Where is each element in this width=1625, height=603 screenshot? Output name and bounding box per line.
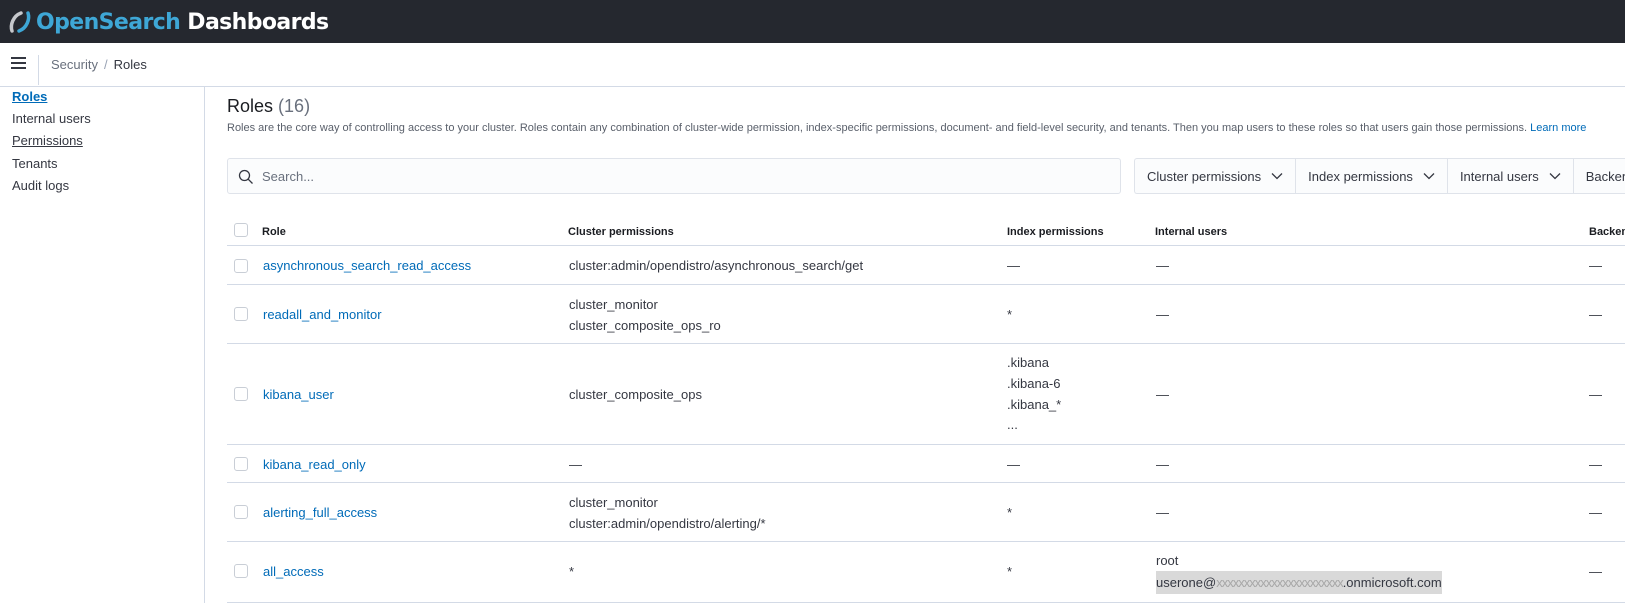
filter-index-permissions[interactable]: Index permissions <box>1296 159 1448 193</box>
backend-role: — <box>1589 387 1602 402</box>
internal-user: — <box>1156 387 1169 402</box>
index-permission: — <box>1007 258 1020 273</box>
cluster-permission: — <box>569 457 582 472</box>
chevron-down-icon <box>1549 173 1561 180</box>
role-link[interactable]: kibana_read_only <box>263 457 366 472</box>
divider <box>38 55 39 85</box>
breadcrumb: Security / Roles <box>51 57 147 72</box>
internal-user: — <box>1156 258 1169 273</box>
table-row: kibana_read_only — — — — <box>227 446 1625 483</box>
backend-role: — <box>1589 505 1602 520</box>
column-header-backend[interactable]: Backen <box>1589 226 1625 238</box>
role-link[interactable]: alerting_full_access <box>263 505 377 520</box>
column-header-index-permissions[interactable]: Index permissions <box>1007 226 1104 238</box>
table-row: kibana_user cluster_composite_ops .kiban… <box>227 345 1625 445</box>
table-row: alerting_full_access cluster_monitor clu… <box>227 484 1625 542</box>
user-email-prefix: userone@ <box>1156 575 1217 590</box>
filter-label: Backend <box>1585 168 1625 184</box>
search-input[interactable] <box>262 166 1102 186</box>
description-text: Roles are the core way of controlling ac… <box>227 122 1528 134</box>
row-checkbox[interactable] <box>234 564 248 578</box>
internal-user: — <box>1156 307 1169 322</box>
index-permission: .kibana_* <box>1007 397 1062 412</box>
column-header-role[interactable]: Role <box>262 226 286 238</box>
row-checkbox[interactable] <box>234 387 248 401</box>
internal-user: root <box>1156 553 1179 568</box>
table-row: readall_and_monitor cluster_monitor clus… <box>227 286 1625 344</box>
hamburger-menu-icon[interactable] <box>10 55 28 73</box>
cluster-permission: * <box>569 564 575 579</box>
backend-role: — <box>1589 307 1602 322</box>
index-permission: * <box>1007 564 1013 579</box>
filter-label: Internal users <box>1459 168 1539 184</box>
user-email-suffix: .onmicrosoft.com <box>1342 575 1442 590</box>
index-permission: * <box>1007 505 1013 520</box>
filter-internal-users[interactable]: Internal users <box>1448 159 1574 193</box>
search-icon <box>238 169 253 184</box>
cluster-permission: cluster_composite_ops <box>569 387 702 402</box>
chevron-down-icon <box>1423 173 1435 180</box>
row-checkbox[interactable] <box>234 505 248 519</box>
learn-more-link[interactable]: Learn more <box>1530 122 1586 134</box>
column-header-internal-users[interactable]: Internal users <box>1155 226 1227 238</box>
table-row: asynchronous_search_read_access cluster:… <box>227 247 1625 285</box>
breadcrumb-security[interactable]: Security <box>51 57 98 72</box>
side-navigation: Roles Internal users Permissions Tenants… <box>0 87 205 603</box>
filter-backend[interactable]: Backend <box>1574 159 1625 193</box>
chevron-down-icon <box>1271 173 1283 180</box>
index-permission: .kibana-6 <box>1007 376 1061 391</box>
row-checkbox[interactable] <box>234 457 248 471</box>
cluster-permission: cluster:admin/opendistro/asynchronous_se… <box>569 258 864 273</box>
column-header-cluster-permissions[interactable]: Cluster permissions <box>568 226 674 238</box>
index-permission: — <box>1007 457 1020 472</box>
internal-user: — <box>1156 457 1169 472</box>
nav-item-tenants[interactable]: Tenants <box>12 156 58 171</box>
table-row: all_access * * root userone@xxxxxxxxxxxx… <box>227 543 1625 603</box>
brand-name: OpenSearch Dashboards <box>36 9 329 35</box>
role-link[interactable]: all_access <box>263 564 324 579</box>
role-count: (16) <box>278 96 311 116</box>
role-link[interactable]: asynchronous_search_read_access <box>263 258 471 273</box>
index-permission: * <box>1007 307 1013 322</box>
role-link[interactable]: kibana_user <box>263 387 334 402</box>
breadcrumb-bar: Security / Roles <box>0 43 1625 87</box>
cluster-permission: cluster_composite_ops_ro <box>569 318 721 333</box>
cluster-permission: cluster:admin/opendistro/alerting/* <box>569 516 766 531</box>
nav-item-internal-users[interactable]: Internal users <box>12 111 91 126</box>
page-title: Roles (16) <box>227 96 310 117</box>
backend-role: — <box>1589 258 1602 273</box>
backend-role: — <box>1589 457 1602 472</box>
cluster-permission: cluster_monitor <box>569 297 658 312</box>
redacted-text: xxxxxxxxxxxxxxxxxxxxxxx <box>1216 575 1343 590</box>
internal-user-masked: userone@xxxxxxxxxxxxxxxxxxxxxxx.onmicros… <box>1156 571 1442 594</box>
opensearch-logo[interactable]: OpenSearch Dashboards <box>8 7 329 37</box>
nav-item-permissions[interactable]: Permissions <box>12 133 83 148</box>
index-permission-more[interactable]: ... <box>1007 414 1018 435</box>
internal-user: — <box>1156 505 1169 520</box>
filter-label: Cluster permissions <box>1147 168 1262 184</box>
header-bar: OpenSearch Dashboards <box>0 0 1625 43</box>
breadcrumb-roles: Roles <box>113 57 147 72</box>
filter-group: Cluster permissions Index permissions In… <box>1134 158 1625 194</box>
select-all-checkbox[interactable] <box>234 223 248 237</box>
table-header: Role Cluster permissions Index permissio… <box>227 218 1625 246</box>
filter-label: Index permissions <box>1308 168 1413 184</box>
role-link[interactable]: readall_and_monitor <box>263 307 382 322</box>
row-checkbox[interactable] <box>234 307 248 321</box>
index-permission: .kibana <box>1007 355 1049 370</box>
backend-role: — <box>1589 564 1602 579</box>
page-title-text: Roles <box>227 96 274 116</box>
filter-cluster-permissions[interactable]: Cluster permissions <box>1135 159 1297 193</box>
breadcrumb-separator: / <box>103 57 108 72</box>
nav-item-audit-logs[interactable]: Audit logs <box>12 178 69 193</box>
page-description: Roles are the core way of controlling ac… <box>227 122 1625 134</box>
opensearch-mark-icon <box>9 11 31 33</box>
search-box <box>227 158 1121 194</box>
nav-item-roles[interactable]: Roles <box>12 89 47 104</box>
row-checkbox[interactable] <box>234 259 248 273</box>
cluster-permission: cluster_monitor <box>569 495 658 510</box>
